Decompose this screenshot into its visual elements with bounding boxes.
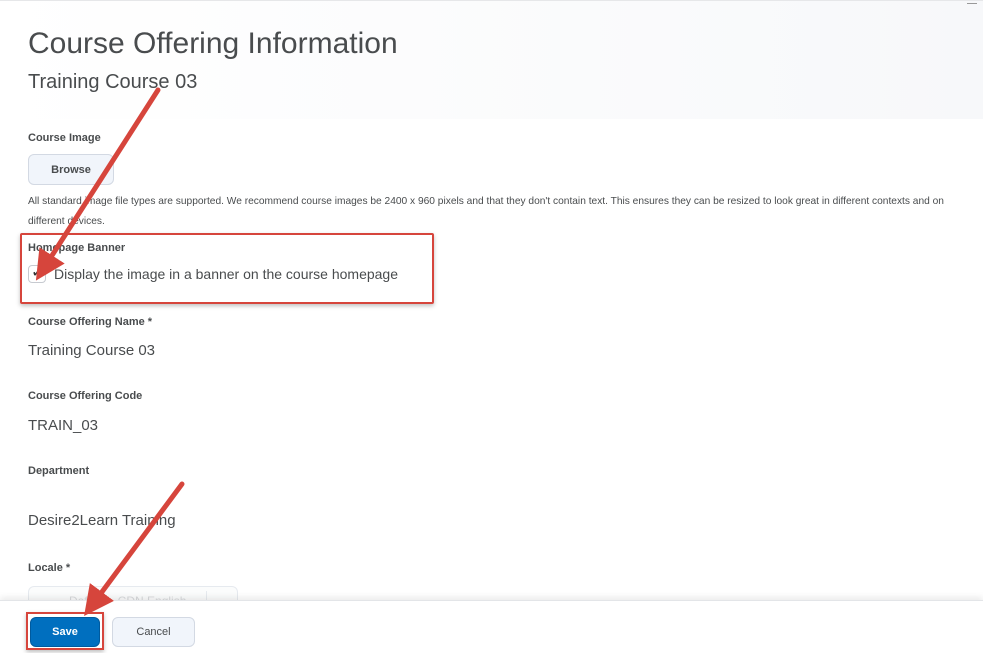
annotation-highlight-box — [20, 233, 434, 304]
minimize-icon[interactable] — [967, 3, 977, 4]
offering-code-label: Course Offering Code — [28, 390, 143, 402]
course-image-label: Course Image — [28, 132, 101, 144]
page-subtitle: Training Course 03 — [28, 71, 198, 93]
offering-code-value: TRAIN_03 — [28, 417, 99, 434]
browse-button[interactable]: Browse — [28, 154, 114, 185]
locale-label: Locale * — [28, 562, 71, 574]
save-annotation-box — [26, 612, 104, 650]
page-title: Course Offering Information — [28, 27, 398, 60]
page-header: Course Offering Information Training Cou… — [0, 0, 983, 119]
department-value: Desire2Learn Training — [28, 512, 176, 529]
offering-name-label: Course Offering Name * — [28, 316, 153, 328]
department-label: Department — [28, 465, 90, 477]
course-image-help-text: All standard image file types are suppor… — [28, 196, 944, 227]
offering-name-value: Training Course 03 — [28, 342, 156, 359]
cancel-button[interactable]: Cancel — [112, 617, 195, 647]
